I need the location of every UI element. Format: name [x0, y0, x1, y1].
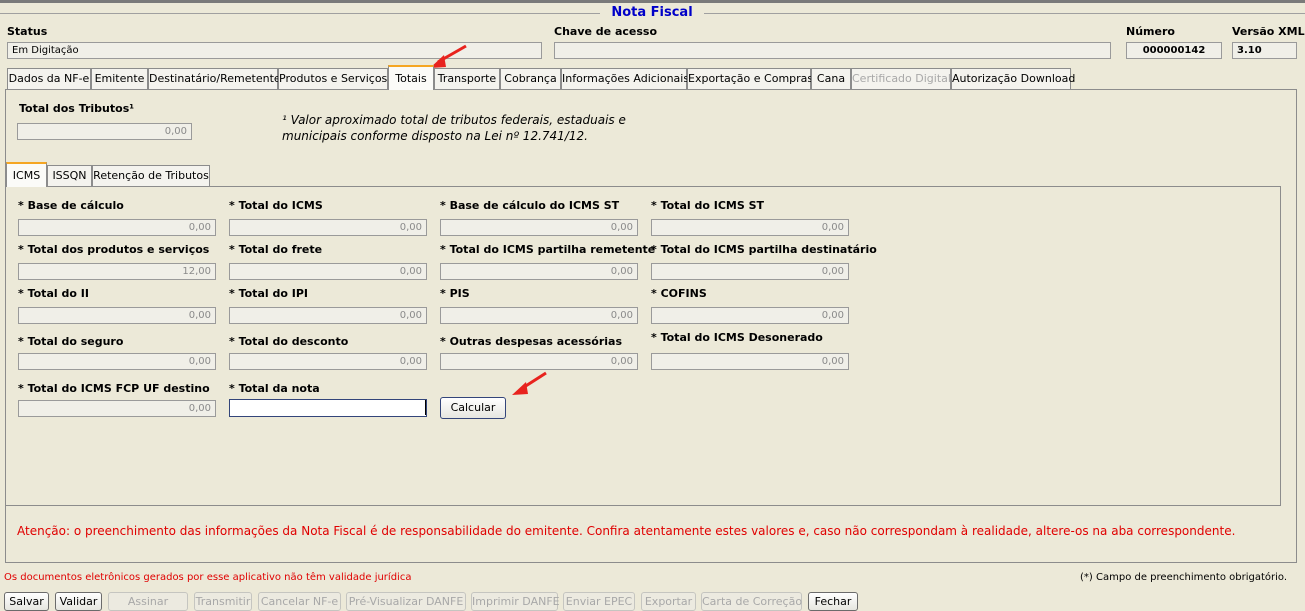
fcp-uf-destino-field: 0,00 — [18, 400, 216, 417]
warning-text: Atenção: o preenchimento das informações… — [17, 524, 1236, 538]
total-icms-field: 0,00 — [229, 219, 427, 236]
partilha-remetente-field: 0,00 — [440, 263, 638, 280]
total-ipi-field: 0,00 — [229, 307, 427, 324]
versao-field: 3.10 — [1232, 42, 1297, 59]
total-nota-input[interactable] — [229, 399, 427, 417]
total-frete-label: * Total do frete — [229, 243, 323, 256]
subtab-issqn[interactable]: ISSQN — [47, 165, 92, 186]
chave-label: Chave de acesso — [554, 25, 658, 38]
numero-field: 000000142 — [1126, 42, 1222, 59]
pis-label: * PIS — [440, 287, 470, 300]
red-arrow-icon — [512, 371, 547, 395]
carta-correcao-button: Carta de Correção — [701, 592, 802, 611]
outras-despesas-field: 0,00 — [440, 353, 638, 370]
required-note: (*) Campo de preenchimento obrigatório. — [1080, 572, 1287, 583]
total-ii-label: * Total do II — [18, 287, 89, 300]
outras-despesas-label: * Outras despesas acessórias — [440, 335, 623, 348]
total-seguro-label: * Total do seguro — [18, 335, 124, 348]
partilha-remetente-label: * Total do ICMS partilha remetente — [440, 243, 656, 256]
tab-produtos[interactable]: Produtos e Serviços — [278, 68, 388, 89]
tributos-note: ¹ Valor aproximado total de tributos fed… — [282, 112, 626, 144]
cofins-field: 0,00 — [651, 307, 849, 324]
pre-visualizar-danfe-button: Pré-Visualizar DANFE — [346, 592, 466, 611]
total-ipi-label: * Total do IPI — [229, 287, 308, 300]
tab-certificado-digital: Certificado Digital — [851, 68, 951, 89]
total-desconto-label: * Total do desconto — [229, 335, 349, 348]
partilha-destinatario-field: 0,00 — [651, 263, 849, 280]
status-label: Status — [7, 25, 48, 38]
window-top-border — [0, 0, 1305, 3]
cofins-label: * COFINS — [651, 287, 707, 300]
total-seguro-field: 0,00 — [18, 353, 216, 370]
exportar-button: Exportar — [641, 592, 696, 611]
total-tributos-label: Total dos Tributos¹ — [19, 102, 135, 115]
total-produtos-label: * Total dos produtos e serviços — [18, 243, 210, 256]
chave-field[interactable] — [554, 42, 1111, 59]
fcp-uf-destino-label: * Total do ICMS FCP UF destino — [18, 382, 210, 395]
subtab-retencao[interactable]: Retenção de Tributos — [92, 165, 210, 186]
tab-autorizacao-download[interactable]: Autorização Download — [951, 68, 1075, 89]
enviar-epec-button: Enviar EPEC — [563, 592, 635, 611]
numero-label: Número — [1126, 25, 1175, 38]
imprimir-danfe-button: Imprimir DANFE — [471, 592, 560, 611]
base-calculo-label: * Base de cálculo — [18, 199, 124, 212]
tributos-note-line2: municipais conforme disposto na Lei nº 1… — [282, 129, 588, 143]
window-title: Nota Fiscal — [600, 5, 704, 21]
cancelar-nfe-button: Cancelar NF-e — [258, 592, 341, 611]
total-nota-label: * Total da nota — [229, 382, 320, 395]
disclaimer-text: Os documentos eletrônicos gerados por es… — [4, 572, 412, 583]
tab-totais[interactable]: Totais — [388, 65, 434, 90]
tab-exportacao[interactable]: Exportação e Compras — [687, 68, 813, 89]
total-desconto-field: 0,00 — [229, 353, 427, 370]
total-tributos-field: 0,00 — [17, 123, 192, 140]
tab-destinatario[interactable]: Destinatário/Remetente — [148, 68, 281, 89]
subtab-icms[interactable]: ICMS — [6, 162, 47, 187]
tab-informacoes-adicionais[interactable]: Informações Adicionais — [561, 68, 689, 89]
transmitir-button: Transmitir — [194, 592, 252, 611]
versao-label: Versão XML — [1232, 25, 1305, 38]
salvar-button[interactable]: Salvar — [4, 592, 49, 611]
base-calculo-st-label: * Base de cálculo do ICMS ST — [440, 199, 620, 212]
partilha-destinatario-label: * Total do ICMS partilha destinatário — [651, 243, 877, 256]
tab-cana[interactable]: Cana — [811, 68, 851, 89]
pis-field: 0,00 — [440, 307, 638, 324]
fechar-button[interactable]: Fechar — [808, 592, 858, 611]
tab-dados-nfe[interactable]: Dados da NF-e — [7, 68, 91, 89]
tributos-note-line1: ¹ Valor aproximado total de tributos fed… — [282, 113, 626, 127]
tab-cobranca[interactable]: Cobrança — [500, 68, 561, 89]
base-calculo-st-field: 0,00 — [440, 219, 638, 236]
validar-button[interactable]: Validar — [55, 592, 102, 611]
icms-desonerado-field: 0,00 — [651, 353, 849, 370]
total-icms-st-label: * Total do ICMS ST — [651, 199, 765, 212]
total-icms-st-field: 0,00 — [651, 219, 849, 236]
text-caret — [425, 400, 426, 415]
total-icms-label: * Total do ICMS — [229, 199, 323, 212]
assinar-button: Assinar — [108, 592, 188, 611]
base-calculo-field: 0,00 — [18, 219, 216, 236]
total-ii-field: 0,00 — [18, 307, 216, 324]
total-produtos-field: 12,00 — [18, 263, 216, 280]
icms-desonerado-label: * Total do ICMS Desonerado — [651, 331, 823, 344]
tab-emitente[interactable]: Emitente — [91, 68, 148, 89]
calcular-button[interactable]: Calcular — [440, 397, 506, 419]
total-frete-field: 0,00 — [229, 263, 427, 280]
